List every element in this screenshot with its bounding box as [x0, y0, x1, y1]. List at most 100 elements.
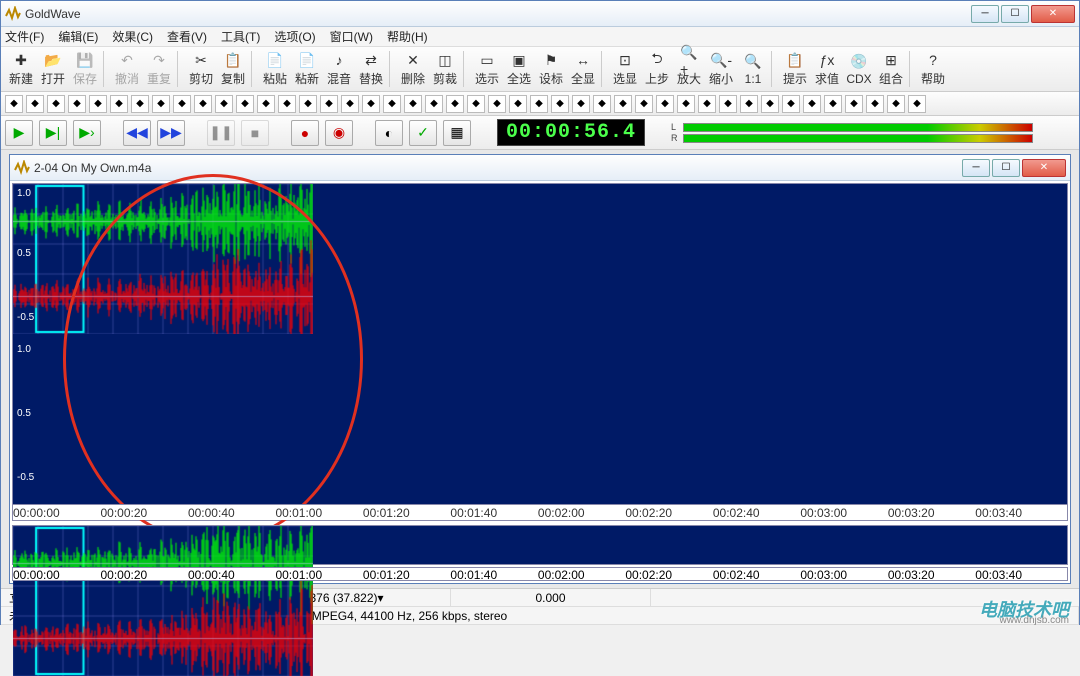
copy-button[interactable]: 📋复制 — [217, 49, 249, 89]
doc-minimize-button[interactable]: ─ — [962, 159, 990, 177]
effect-button[interactable]: ◆ — [446, 95, 464, 113]
zoom-out-button[interactable]: 🔍-缩小 — [705, 49, 737, 89]
menu-view[interactable]: 查看(V) — [167, 28, 207, 45]
menu-window[interactable]: 窗口(W) — [330, 28, 373, 45]
play-button[interactable]: ▶ — [5, 120, 33, 146]
overview-ruler[interactable]: 00:00:0000:00:2000:00:4000:01:0000:01:20… — [12, 567, 1068, 581]
doc-maximize-button[interactable]: ☐ — [992, 159, 1020, 177]
doc-title-bar[interactable]: 2-04 On My Own.m4a ─ ☐ ✕ — [10, 155, 1070, 181]
menu-options[interactable]: 选项(O) — [274, 28, 315, 45]
forward-button[interactable]: ▶▶ — [157, 120, 185, 146]
effect-button[interactable]: ◆ — [908, 95, 926, 113]
cue-button[interactable]: 📋提示 — [779, 49, 811, 89]
delete-button[interactable]: ✕删除 — [397, 49, 429, 89]
paste-button[interactable]: 📄粘贴 — [259, 49, 291, 89]
redo-button[interactable]: ↷重复 — [143, 49, 175, 89]
trim-button[interactable]: ◫剪裁 — [429, 49, 461, 89]
effect-button[interactable]: ◆ — [803, 95, 821, 113]
effect-button[interactable]: ◆ — [278, 95, 296, 113]
chain-button[interactable]: ⊞组合 — [875, 49, 907, 89]
effect-button[interactable]: ◆ — [467, 95, 485, 113]
effect-button[interactable]: ◆ — [551, 95, 569, 113]
eval-button[interactable]: ƒx求值 — [811, 49, 843, 89]
effect-button[interactable]: ◆ — [152, 95, 170, 113]
undo-button[interactable]: ↶撤消 — [111, 49, 143, 89]
effect-button[interactable]: ◆ — [362, 95, 380, 113]
effect-button[interactable]: ◆ — [719, 95, 737, 113]
effect-button[interactable]: ◆ — [887, 95, 905, 113]
effect-button[interactable]: ◆ — [866, 95, 884, 113]
effect-button[interactable]: ◆ — [509, 95, 527, 113]
prev-button[interactable]: ⮌上步 — [641, 49, 673, 89]
device-button[interactable]: ◐ — [375, 120, 403, 146]
effect-button[interactable]: ◆ — [26, 95, 44, 113]
sel-view-button[interactable]: ▭选示 — [471, 49, 503, 89]
cdx-button[interactable]: 💿CDX — [843, 49, 875, 89]
effect-button[interactable]: ◆ — [488, 95, 506, 113]
open-button[interactable]: 📂打开 — [37, 49, 69, 89]
effect-button[interactable]: ◆ — [215, 95, 233, 113]
menu-help[interactable]: 帮助(H) — [387, 28, 428, 45]
effect-button[interactable]: ◆ — [110, 95, 128, 113]
effect-button[interactable]: ◆ — [47, 95, 65, 113]
effect-button[interactable]: ◆ — [89, 95, 107, 113]
effect-button[interactable]: ◆ — [530, 95, 548, 113]
overview[interactable] — [12, 525, 1068, 565]
effect-button[interactable]: ◆ — [740, 95, 758, 113]
replace-button[interactable]: ⇄替换 — [355, 49, 387, 89]
new-button[interactable]: ✚新建 — [5, 49, 37, 89]
effect-button[interactable]: ◆ — [194, 95, 212, 113]
select-all-button[interactable]: ▣全选 — [503, 49, 535, 89]
effect-button[interactable]: ◆ — [677, 95, 695, 113]
time-ruler[interactable]: 00:00:0000:00:2000:00:4000:01:0000:01:20… — [13, 504, 1067, 520]
waveform-main[interactable]: 1.0 0.5 -0.5 1.0 0.5 -0.5 — [13, 184, 1067, 504]
properties-button[interactable]: ▦ — [443, 120, 471, 146]
zoom-in-button[interactable]: 🔍+放大 — [673, 49, 705, 89]
minimize-button[interactable]: ─ — [971, 5, 999, 23]
rewind-button[interactable]: ◀◀ — [123, 120, 151, 146]
save-button[interactable]: 💾保存 — [69, 49, 101, 89]
menu-effect[interactable]: 效果(C) — [112, 28, 153, 45]
effect-button[interactable]: ◆ — [845, 95, 863, 113]
effect-button[interactable]: ◆ — [761, 95, 779, 113]
play-loop-button[interactable]: ▶› — [73, 120, 101, 146]
effect-button[interactable]: ◆ — [824, 95, 842, 113]
effect-button[interactable]: ◆ — [236, 95, 254, 113]
pause-button[interactable]: ❚❚ — [207, 120, 235, 146]
effect-button[interactable]: ◆ — [131, 95, 149, 113]
paste-new-button[interactable]: 📄粘新 — [291, 49, 323, 89]
effect-button[interactable]: ◆ — [782, 95, 800, 113]
menu-file[interactable]: 文件(F) — [5, 28, 44, 45]
zoom-11-button[interactable]: 🔍1:1 — [737, 49, 769, 89]
effect-button[interactable]: ◆ — [299, 95, 317, 113]
effect-button[interactable]: ◆ — [635, 95, 653, 113]
effect-button[interactable]: ◆ — [425, 95, 443, 113]
help-button[interactable]: ?帮助 — [917, 49, 949, 89]
effect-button[interactable]: ◆ — [341, 95, 359, 113]
close-button[interactable]: ✕ — [1031, 5, 1075, 23]
status-position[interactable]: 0.000 — [535, 591, 565, 605]
menu-edit[interactable]: 编辑(E) — [58, 28, 98, 45]
effect-button[interactable]: ◆ — [68, 95, 86, 113]
stop-button[interactable]: ■ — [241, 120, 269, 146]
effect-button[interactable]: ◆ — [593, 95, 611, 113]
mix-button[interactable]: ♪混音 — [323, 49, 355, 89]
cut-button[interactable]: ✂剪切 — [185, 49, 217, 89]
show-sel-button[interactable]: ⊡选显 — [609, 49, 641, 89]
record-button[interactable]: ● — [291, 120, 319, 146]
play-sel-button[interactable]: ▶| — [39, 120, 67, 146]
effect-button[interactable]: ◆ — [614, 95, 632, 113]
set-marker-button[interactable]: ⚑设标 — [535, 49, 567, 89]
effect-button[interactable]: ◆ — [383, 95, 401, 113]
effect-button[interactable]: ◆ — [698, 95, 716, 113]
device-check[interactable]: ✓ — [409, 120, 437, 146]
effect-button[interactable]: ◆ — [320, 95, 338, 113]
effect-button[interactable]: ◆ — [572, 95, 590, 113]
maximize-button[interactable]: ☐ — [1001, 5, 1029, 23]
menu-tool[interactable]: 工具(T) — [221, 28, 260, 45]
show-all-button[interactable]: ↔全显 — [567, 49, 599, 89]
title-bar[interactable]: GoldWave ─ ☐ ✕ — [1, 1, 1079, 27]
effect-button[interactable]: ◆ — [257, 95, 275, 113]
effect-button[interactable]: ◆ — [656, 95, 674, 113]
effect-button[interactable]: ◆ — [5, 95, 23, 113]
